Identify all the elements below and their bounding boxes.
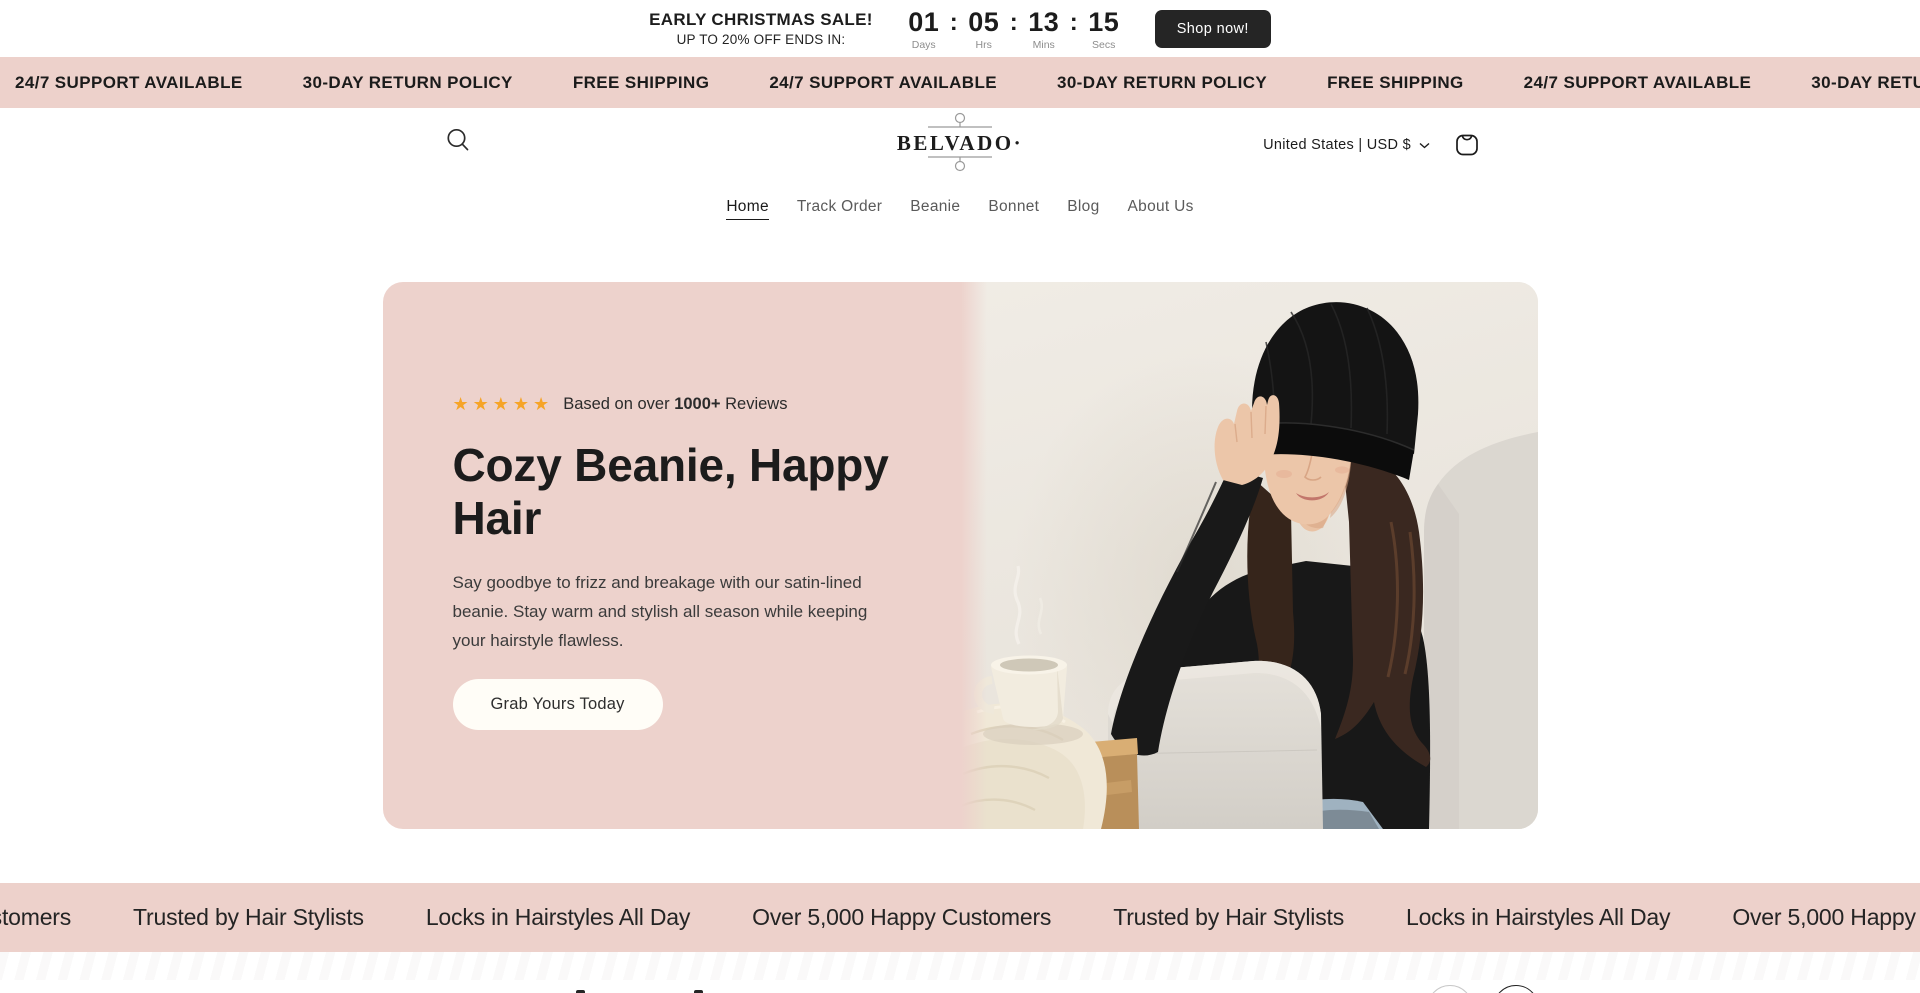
ticker-item: 30-DAY RETURN POLICY	[1057, 73, 1267, 93]
ticker-item: 24/7 SUPPORT AVAILABLE	[15, 73, 243, 93]
countdown-timer: 01 Days : 05 Hrs : 13 Mins : 15 Secs	[907, 6, 1121, 51]
nav-link-beanie[interactable]: Beanie	[910, 198, 960, 220]
social-proof-ticker: Over 5,000 Happy Customers Trusted by Ha…	[0, 883, 1920, 952]
hero-section: ★★★★★ Based on over 1000+ Reviews Cozy B…	[383, 282, 1538, 829]
ticker-item: Trusted by Hair Stylists	[1113, 904, 1344, 931]
cart-icon[interactable]	[1452, 130, 1482, 160]
announcement-text: EARLY CHRISTMAS SALE! UP TO 20% OFF ENDS…	[649, 10, 873, 47]
ticker-item: Locks in Hairstyles All Day	[1406, 904, 1670, 931]
countdown-secs-label: Secs	[1092, 39, 1115, 51]
hero-description: Say goodbye to frizz and breakage with o…	[453, 568, 885, 656]
hero-image	[961, 282, 1538, 829]
storefront-page: EARLY CHRISTMAS SALE! UP TO 20% OFF ENDS…	[0, 0, 1920, 993]
faint-texture-band	[0, 952, 1920, 980]
countdown-hrs: 05 Hrs	[967, 9, 1001, 51]
nav-link-about-us[interactable]: About Us	[1128, 198, 1194, 220]
ticker-item: Over 5,000 Happy Customers	[0, 904, 71, 931]
header-utilities: United States | USD $	[1263, 130, 1482, 160]
ticker-item: Locks in Hairstyles All Day	[426, 904, 690, 931]
countdown-mins: 13 Mins	[1027, 9, 1061, 51]
logo-ornament: BELVADO·	[880, 110, 1040, 174]
countdown-hrs-label: Hrs	[976, 39, 992, 51]
ticker-item: 30-DAY RETURN POLICY	[303, 73, 513, 93]
ticker-item: 24/7 SUPPORT AVAILABLE	[1524, 73, 1752, 93]
countdown-mins-label: Mins	[1033, 39, 1055, 51]
ticker-track: 24/7 SUPPORT AVAILABLE 30-DAY RETURN POL…	[0, 73, 1920, 93]
countdown-days: 01 Days	[907, 9, 941, 51]
ticker-item: FREE SHIPPING	[573, 73, 710, 93]
announcement-bar: EARLY CHRISTMAS SALE! UP TO 20% OFF ENDS…	[0, 0, 1920, 57]
sale-subtitle: UP TO 20% OFF ENDS IN:	[677, 32, 846, 47]
country-currency-selector[interactable]: United States | USD $	[1263, 137, 1430, 153]
ticker-item: FREE SHIPPING	[1327, 73, 1464, 93]
grab-yours-today-button[interactable]: Grab Yours Today	[453, 679, 663, 730]
cart-icon-glyph	[1453, 130, 1481, 158]
rating-text: Based on over 1000+ Reviews	[563, 395, 787, 414]
nav-link-blog[interactable]: Blog	[1067, 198, 1099, 220]
ticker-item: 30-DAY RETURN POLICY	[1811, 73, 1920, 93]
search-icon[interactable]	[443, 126, 473, 156]
sofa-back	[1424, 432, 1538, 829]
ticker-item: 24/7 SUPPORT AVAILABLE	[769, 73, 997, 93]
star-rating-icons: ★★★★★	[453, 394, 554, 415]
chevron-down-icon	[1419, 142, 1430, 149]
ticker-item: Over 5,000 Happy Customers	[752, 904, 1051, 931]
countdown-secs: 15 Secs	[1087, 9, 1121, 51]
hero-content-panel: ★★★★★ Based on over 1000+ Reviews Cozy B…	[383, 282, 961, 829]
countdown-days-value: 01	[908, 9, 939, 36]
rating-prefix: Based on over	[563, 395, 669, 413]
shop-now-button[interactable]: Shop now!	[1155, 10, 1271, 48]
hero-photo-illustration	[961, 282, 1538, 829]
countdown-secs-value: 15	[1088, 9, 1119, 36]
rating-count: 1000+	[674, 395, 720, 413]
pink-edge-blend	[961, 282, 987, 829]
nav-link-bonnet[interactable]: Bonnet	[988, 198, 1039, 220]
ticker-item: Over 5,000 Happy Customers	[1732, 904, 1920, 931]
countdown-separator: :	[950, 9, 958, 35]
main-nav: Home Track Order Beanie Bonnet Blog Abou…	[0, 198, 1920, 220]
search-icon-glyph	[444, 126, 472, 154]
ticker-item: Trusted by Hair Stylists	[133, 904, 364, 931]
site-header: BELVADO· United States | USD $ Ho	[0, 108, 1920, 282]
next-section-fold	[0, 952, 1920, 993]
nav-link-home[interactable]: Home	[726, 198, 769, 220]
store-logo[interactable]: BELVADO·	[880, 110, 1040, 179]
rating-suffix: Reviews	[725, 395, 787, 413]
countdown-hrs-value: 05	[968, 9, 999, 36]
sale-title: EARLY CHRISTMAS SALE!	[649, 10, 873, 30]
carousel-next-button[interactable]	[1493, 985, 1539, 993]
nav-link-track-order[interactable]: Track Order	[797, 198, 882, 220]
ticker-track: Over 5,000 Happy Customers Trusted by Ha…	[0, 904, 1920, 931]
country-currency-label: United States | USD $	[1263, 137, 1411, 153]
countdown-separator: :	[1070, 9, 1078, 35]
carousel-prev-button[interactable]	[1427, 985, 1473, 993]
benefits-ticker-top: 24/7 SUPPORT AVAILABLE 30-DAY RETURN POL…	[0, 57, 1920, 108]
countdown-days-label: Days	[912, 39, 936, 51]
hero-title: Cozy Beanie, Happy Hair	[453, 439, 911, 546]
countdown-separator: :	[1010, 9, 1018, 35]
hero-rating: ★★★★★ Based on over 1000+ Reviews	[453, 394, 931, 415]
countdown-mins-value: 13	[1028, 9, 1059, 36]
logo-text: BELVADO·	[897, 131, 1023, 155]
